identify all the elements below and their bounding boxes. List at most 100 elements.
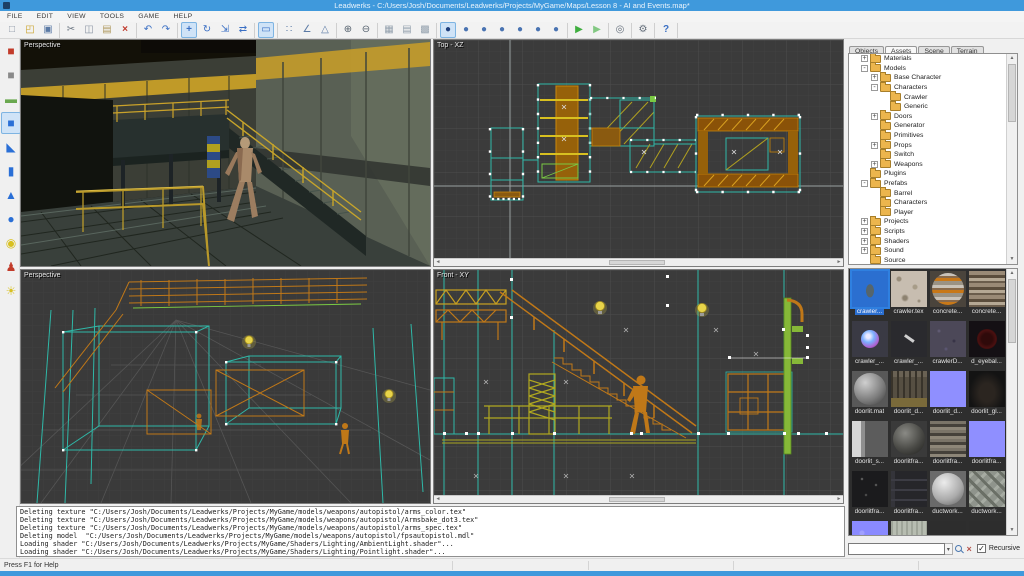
top-xz-hscrollbar[interactable]: ◄ ► [434,258,843,266]
asset-item-d-eyebal[interactable]: d_eyebal... [967,319,1006,369]
wedge-primitive-icon[interactable]: ◣ [1,136,21,158]
scroll-down-icon[interactable]: ▼ [1007,526,1017,535]
scroll-up-icon[interactable]: ▲ [1007,54,1017,63]
select-edges-icon[interactable]: ∠ [299,22,315,38]
options-icon[interactable]: ⚙ [635,22,651,38]
tree-item-characters[interactable]: Characters [849,198,1006,208]
scroll-left-icon[interactable]: ◄ [434,259,442,266]
render-mode-5-icon[interactable]: ● [512,22,528,38]
asset-item-crawler-tex[interactable]: crawler.tex [889,269,928,319]
render-mode-2-icon[interactable]: ● [458,22,474,38]
asset-item-ductwork[interactable]: ductwork... [967,469,1006,519]
scroll-right-icon[interactable]: ► [835,496,843,503]
sphere-primitive-icon[interactable]: ● [1,208,21,230]
csg-subtract-icon[interactable]: ■ [1,64,21,86]
asset-item-unnamed[interactable] [967,519,1006,536]
tree-item-prefabs[interactable]: -Prefabs [849,179,1006,189]
solid-view-icon[interactable]: ▤ [399,22,415,38]
cylinder-primitive-icon[interactable]: ▮ [1,160,21,182]
open-file-icon[interactable]: ◰ [22,22,38,38]
brush-box-icon[interactable]: ■ [1,40,21,62]
tree-item-switch[interactable]: Switch [849,150,1006,160]
asset-filter-input[interactable] [848,543,945,555]
publish-icon[interactable]: ◎ [612,22,628,38]
menu-view[interactable]: VIEW [60,13,93,20]
render-mode-3-icon[interactable]: ● [476,22,492,38]
new-file-icon[interactable]: □ [4,22,20,38]
tree-item-doors[interactable]: +Doors [849,112,1006,122]
tree-toggle-icon[interactable]: + [861,247,868,254]
tree-item-generic[interactable]: Generic [849,102,1006,112]
tree-item-crawler[interactable]: Crawler [849,92,1006,102]
menu-help[interactable]: HELP [166,13,199,20]
scroll-left-icon[interactable]: ◄ [434,496,442,503]
menu-edit[interactable]: EDIT [30,13,61,20]
scrollbar-thumb[interactable] [609,260,665,265]
select-box-icon[interactable]: ▭ [258,22,274,38]
tree-item-models[interactable]: -Models [849,64,1006,74]
delete-icon[interactable]: × [117,22,133,38]
copy-icon[interactable]: ◫ [81,22,97,38]
scroll-right-icon[interactable]: ► [835,259,843,266]
select-vertices-icon[interactable]: ∷ [281,22,297,38]
front-xy-hscrollbar[interactable]: ◄ ► [434,495,843,503]
render-mode-7-icon[interactable]: ● [548,22,564,38]
tree-item-source[interactable]: Source [849,255,1006,264]
tree-toggle-icon[interactable]: - [861,180,868,187]
asset-item-doorlit-d[interactable]: doorlit_d... [928,369,967,419]
render-mode-1-icon[interactable]: ● [440,22,456,38]
asset-item-doorlit-s[interactable]: doorlit_s... [850,419,889,469]
menu-file[interactable]: FILE [0,13,30,20]
select-faces-icon[interactable]: △ [317,22,333,38]
zoom-out-icon[interactable]: ⊖ [358,22,374,38]
tree-toggle-icon[interactable]: + [871,74,878,81]
scrollbar-thumb[interactable] [1008,279,1016,343]
undo-icon[interactable]: ↶ [140,22,156,38]
asset-item-crawler[interactable]: crawler_... [850,319,889,369]
tree-item-props[interactable]: +Props [849,140,1006,150]
scroll-up-icon[interactable]: ▲ [1007,269,1017,278]
tree-toggle-icon[interactable]: + [871,161,878,168]
tree-item-primitives[interactable]: Primitives [849,131,1006,141]
asset-item-doorlitfra[interactable]: doorlitfra... [889,469,928,519]
scale-icon[interactable]: ⇲ [217,22,233,38]
asset-item-doorlitfra[interactable]: doorlitfra... [967,419,1006,469]
menu-tools[interactable]: TOOLS [93,13,131,20]
asset-item-doorlit-d[interactable]: doorlit_d... [889,369,928,419]
help-icon[interactable]: ? [658,22,674,38]
tree-item-barrel[interactable]: Barrel [849,188,1006,198]
asset-item-doorlitfra[interactable]: doorlitfra... [928,419,967,469]
run-game-icon[interactable]: ▶ [571,22,587,38]
asset-item-crawler[interactable]: crawler... [850,269,889,319]
asset-item-crawlerd[interactable]: crawlerD... [928,319,967,369]
textured-view-icon[interactable]: ▩ [417,22,433,38]
cone-primitive-icon[interactable]: ▲ [1,184,21,206]
asset-item-doorlit-mat[interactable]: doorlit.mat [850,369,889,419]
filter-dropdown-button[interactable]: ▾ [945,543,953,555]
scrollbar-thumb[interactable] [609,497,665,502]
viewport-perspective-wireframe[interactable]: Perspective [20,269,431,504]
viewport-top-xz[interactable]: Top - XZ ◄ ► [433,39,844,267]
run-map-icon[interactable]: ▶ [589,22,605,38]
tree-item-generator[interactable]: Generator [849,121,1006,131]
asset-item-unnamed[interactable] [889,519,928,536]
asset-item-doorlit-gl[interactable]: doorlit_gl... [967,369,1006,419]
viewport-perspective[interactable]: Perspective [20,39,431,267]
directional-light-icon[interactable]: ☀ [1,280,21,302]
scrollbar-thumb[interactable] [1008,64,1016,122]
save-icon[interactable]: ▣ [40,22,56,38]
paste-icon[interactable]: ▤ [99,22,115,38]
tree-toggle-icon[interactable]: + [861,218,868,225]
recursive-checkbox[interactable]: ✓ [977,544,986,553]
tree-toggle-icon[interactable]: + [871,142,878,149]
cut-icon[interactable]: ✂ [63,22,79,38]
tree-item-base-character[interactable]: +Base Character [849,73,1006,83]
box-primitive-icon[interactable]: ■ [1,112,21,134]
tree-toggle-icon[interactable]: - [871,84,878,91]
clear-search-button[interactable]: × [965,543,973,555]
wireframe-view-icon[interactable]: ▦ [381,22,397,38]
asset-item-doorlitfra[interactable]: doorlitfra... [889,419,928,469]
tree-toggle-icon[interactable]: + [871,113,878,120]
move-icon[interactable]: + [181,22,197,38]
asset-item-unnamed[interactable] [850,519,889,536]
